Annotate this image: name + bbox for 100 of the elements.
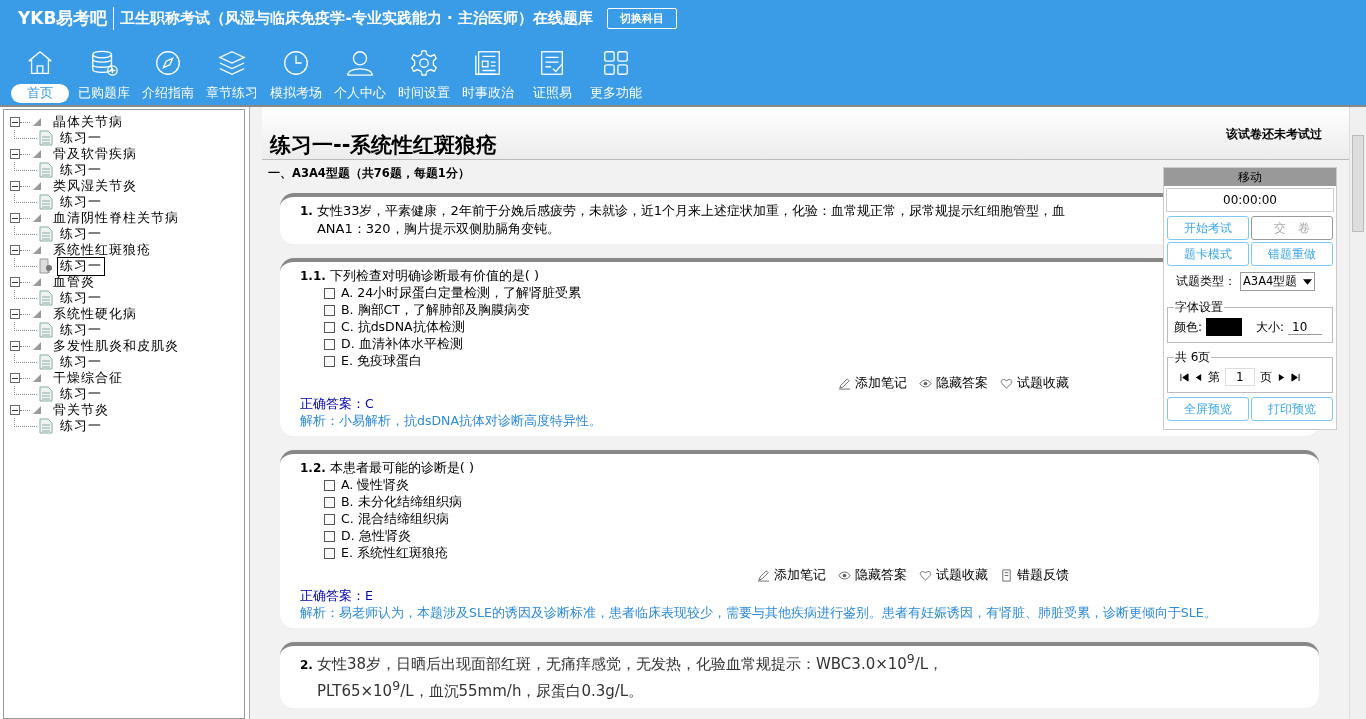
compass-icon[interactable] xyxy=(153,48,183,78)
option-checkbox[interactable] xyxy=(324,288,335,299)
question-number: 2. xyxy=(300,658,313,672)
newspaper-icon[interactable] xyxy=(473,48,503,78)
option-text: E. 系统性红斑狼疮 xyxy=(341,545,448,562)
grid-icon[interactable] xyxy=(601,48,631,78)
triangle-icon xyxy=(32,117,42,127)
move-handle[interactable]: 移动 xyxy=(1164,168,1336,186)
document-icon xyxy=(39,290,53,306)
triangle-icon xyxy=(32,309,42,319)
first-page-icon[interactable] xyxy=(1180,372,1189,382)
eye-icon[interactable] xyxy=(919,377,932,390)
action-link[interactable]: 试题收藏 xyxy=(1017,375,1069,392)
group-title: 共 6页 xyxy=(1174,349,1212,366)
option-checkbox[interactable] xyxy=(324,548,335,559)
document-icon xyxy=(39,418,53,434)
action-link[interactable]: 隐藏答案 xyxy=(936,375,988,392)
pencil-icon[interactable] xyxy=(757,569,770,582)
triangle-icon xyxy=(32,373,42,383)
triangle-icon xyxy=(32,213,42,223)
page-label: 第 xyxy=(1208,368,1220,386)
eye-icon[interactable] xyxy=(838,569,851,582)
scroll-thumb[interactable] xyxy=(1352,135,1364,232)
question-number: 1.2. xyxy=(300,461,326,475)
color-swatch[interactable] xyxy=(1206,318,1243,336)
option-checkbox[interactable] xyxy=(324,480,335,491)
size-field[interactable]: 10 xyxy=(1288,319,1323,335)
scrollbar[interactable] xyxy=(1349,107,1366,719)
option-text: D. 急性肾炎 xyxy=(341,528,411,545)
collapse-icon[interactable] xyxy=(10,149,20,159)
action-link[interactable]: 试题收藏 xyxy=(936,567,988,584)
paper-title: 练习一--系统性红斑狼疮 xyxy=(270,132,498,159)
layers-icon[interactable] xyxy=(217,48,247,78)
previous-page-icon[interactable] xyxy=(1194,372,1203,382)
option-checkbox[interactable] xyxy=(324,322,335,333)
triangle-icon xyxy=(32,341,42,351)
person-icon[interactable] xyxy=(345,48,375,78)
option-checkbox[interactable] xyxy=(324,305,335,316)
correct-answer: 正确答案：E xyxy=(300,588,373,605)
document-icon xyxy=(39,194,53,210)
triangle-icon xyxy=(32,245,42,255)
question-text: PLT65×10$^{9}$/L，血沉55mm/h，尿蛋白0.3g/L。 xyxy=(316,677,645,702)
next-page-icon[interactable] xyxy=(1276,372,1286,382)
option-text: D. 血清补体水平检测 xyxy=(341,336,463,353)
type-label: 试题类型： xyxy=(1176,273,1236,290)
document-icon xyxy=(39,162,53,178)
tree-leaf[interactable]: 练习一 xyxy=(57,256,105,276)
settings-icon[interactable] xyxy=(409,48,439,78)
option-checkbox[interactable] xyxy=(324,497,335,508)
answer-analysis: 解析：小易解析，抗dsDNA抗体对诊断高度特异性。 xyxy=(300,413,602,430)
size-label: 大小: xyxy=(1256,318,1285,336)
action-link[interactable]: 添加笔记 xyxy=(774,567,826,584)
heart-icon[interactable] xyxy=(1000,377,1013,390)
document-icon xyxy=(39,354,53,370)
collapse-icon[interactable] xyxy=(10,309,20,319)
type-select[interactable]: A3A4型题 xyxy=(1240,272,1316,291)
option-text: B. 胸部CT，了解肺部及胸膜病变 xyxy=(341,302,530,319)
exam-status: 该试卷还未考试过 xyxy=(1226,126,1322,143)
question-text: 女性38岁，日晒后出现面部红斑，无痛痒感觉，无发热，化验血常规提示：WBC3.0×10$^{9}$/L， xyxy=(316,650,944,675)
collapse-icon[interactable] xyxy=(10,373,20,383)
logo-text: YKB易考吧 xyxy=(18,6,115,30)
option-text: B. 未分化结缔组织病 xyxy=(341,494,462,511)
book-icon[interactable] xyxy=(1000,569,1013,582)
collapse-icon[interactable] xyxy=(10,181,20,191)
document-icon xyxy=(39,386,53,402)
last-page-icon[interactable] xyxy=(1290,372,1300,382)
option-text: C. 抗dsDNA抗体检测 xyxy=(341,319,465,336)
collapse-icon[interactable] xyxy=(10,341,20,351)
question-number: 1.1. xyxy=(300,269,326,283)
collapse-icon[interactable] xyxy=(10,213,20,223)
group-title: 字体设置 xyxy=(1174,299,1224,316)
option-checkbox[interactable] xyxy=(324,356,335,367)
action-link[interactable]: 错题反馈 xyxy=(1017,567,1069,584)
page-label: 页 xyxy=(1259,368,1272,386)
collapse-icon[interactable] xyxy=(10,405,20,415)
question-number: 1. xyxy=(300,204,313,218)
document-icon xyxy=(39,322,53,338)
option-text: A. 24小时尿蛋白定量检测，了解肾脏受累 xyxy=(341,285,582,302)
question-text: ANA1：320，胸片提示双侧肋膈角变钝。 xyxy=(316,220,561,238)
pencil-icon[interactable] xyxy=(838,377,851,390)
action-link[interactable]: 添加笔记 xyxy=(855,375,907,392)
correct-answer: 正确答案：C xyxy=(300,396,374,413)
clock-icon[interactable] xyxy=(281,48,311,78)
section-heading: 一、A3A4型题（共76题，每题1分） xyxy=(267,165,471,182)
option-checkbox[interactable] xyxy=(324,339,335,350)
document-pin-icon xyxy=(39,258,53,274)
action-link[interactable]: 隐藏答案 xyxy=(855,567,907,584)
collapse-icon[interactable] xyxy=(10,117,20,127)
timer: 00:00:00 xyxy=(1166,188,1334,212)
option-checkbox[interactable] xyxy=(324,514,335,525)
app-title: 卫生职称考试（风湿与临床免疫学-专业实践能力 · 主治医师）在线题库 xyxy=(119,8,593,28)
option-checkbox[interactable] xyxy=(324,531,335,542)
answer-analysis: 解析：易老师认为，本题涉及SLE的诱因及诊断标准，患者临床表现较少，需要与其他疾病进行鉴别。患者有妊娠诱因，有肾脏、肺脏受累，诊断更倾向于SLE。 xyxy=(300,605,1217,622)
page-field[interactable]: 1 xyxy=(1225,368,1255,386)
collapse-icon[interactable] xyxy=(10,245,20,255)
heart-icon[interactable] xyxy=(919,569,932,582)
color-label: 颜色: xyxy=(1174,318,1203,336)
database-icon[interactable] xyxy=(89,48,119,78)
triangle-icon xyxy=(32,149,42,159)
collapse-icon[interactable] xyxy=(10,277,20,287)
